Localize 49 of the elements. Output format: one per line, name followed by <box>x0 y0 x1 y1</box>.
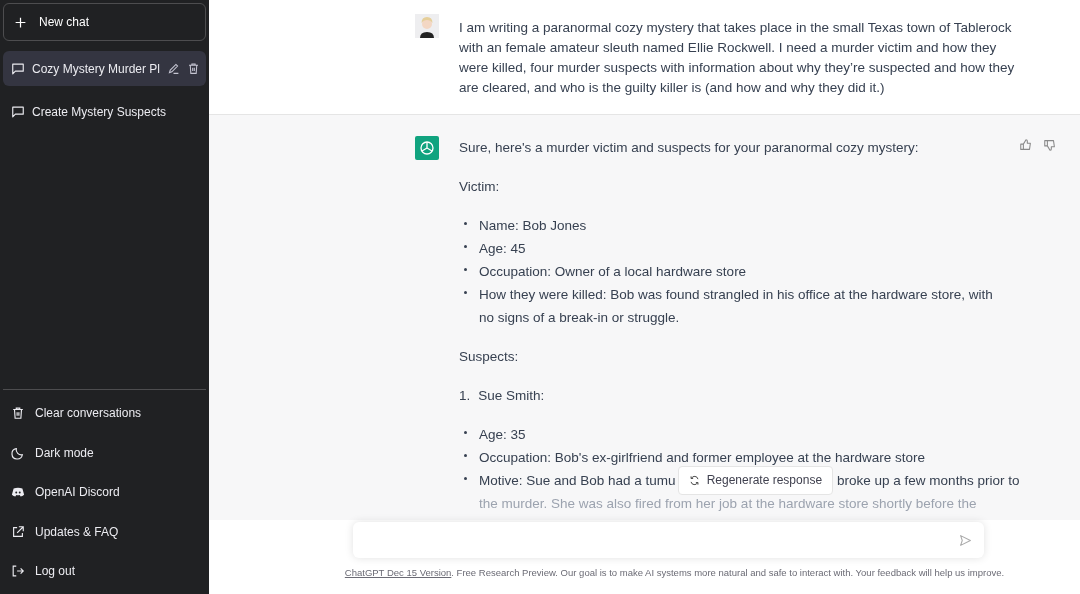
new-chat-button[interactable]: New chat <box>3 3 206 41</box>
delete-icon[interactable] <box>187 62 201 75</box>
list-item-text: Age: 45 <box>479 240 527 258</box>
menu-item[interactable]: Updates & FAQ <box>3 512 206 552</box>
edit-icon[interactable] <box>167 62 181 75</box>
response-paragraph: Suspects: <box>459 348 520 366</box>
bullet-icon <box>464 454 467 457</box>
menu-item[interactable]: Log out <box>3 551 206 591</box>
trash-icon <box>11 406 25 421</box>
message-input[interactable] <box>353 522 984 558</box>
send-icon[interactable] <box>959 533 972 547</box>
list-number: 1. <box>459 387 471 405</box>
user-avatar <box>415 14 439 38</box>
external-link-icon <box>11 524 25 539</box>
bullet-icon <box>464 222 467 225</box>
thumbs-up-icon[interactable] <box>1019 138 1033 152</box>
regenerate-button[interactable]: Regenerate response <box>677 466 834 495</box>
bullet-icon <box>464 268 467 271</box>
footer-text: ChatGPT Dec 15 Version. Free Research Preview. Our goal is to make AI systems more natural and safe to interact with. Your feedback will help us improve. <box>344 567 1005 578</box>
menu-item[interactable]: OpenAI Discord <box>3 472 206 512</box>
list-item-text: Name: Bob Jones <box>479 217 588 235</box>
conversation-item[interactable]: Cozy Mystery Murder Pl <box>3 51 206 86</box>
response-paragraph: Sure, here's a murder victim and suspects for your paranormal cozy mystery: <box>459 139 920 157</box>
bullet-icon <box>464 291 467 294</box>
chat-bubble-icon <box>11 61 25 76</box>
user-message: I am writing a paranormal cozy mystery that takes place in the small Texas town of Tablerock with an female amateur sleuth named Ellie Rockwell. I need a murder victim and how they were killed, four murder suspects with information about why they’re suspected and how they are cleared, and who is the guilty killer is (and how and why they did it.) <box>459 19 1016 97</box>
bullet-icon <box>464 245 467 248</box>
conversation-item[interactable]: Create Mystery Suspects <box>3 94 206 129</box>
moon-icon <box>11 445 25 460</box>
bullet-icon <box>464 477 467 480</box>
conversation-title: Cozy Mystery Murder Pl <box>32 61 161 76</box>
list-item-text: the murder. She was also fired from her job at the hardware store shortly before the <box>479 495 978 513</box>
list-item-text: Age: 35 <box>479 426 527 444</box>
list-item-text: Sue Smith: <box>478 387 545 405</box>
chat-bubble-icon <box>11 104 25 119</box>
bullet-icon <box>464 431 467 434</box>
thumbs-down-icon[interactable] <box>1043 138 1057 152</box>
refresh-icon <box>688 475 700 486</box>
menu-item[interactable]: Dark mode <box>3 433 206 473</box>
list-item-text: Occupation: Bob's ex-girlfriend and former employee at the hardware store <box>479 449 927 467</box>
list-item-text: How they were killed: Bob was found strangled in his office at the hardware store, with no signs of a break-in or struggle. <box>479 286 994 327</box>
menu-item[interactable]: Clear conversations <box>3 393 206 433</box>
logout-icon <box>11 564 25 579</box>
plus-icon <box>14 15 27 29</box>
list-item-text: broke up a few months prior to <box>837 472 1020 490</box>
list-item-text: Occupation: Owner of a local hardware store <box>479 263 748 281</box>
response-paragraph: Victim: <box>459 178 501 196</box>
conversation-title: Create Mystery Suspects <box>32 104 168 119</box>
list-item-text: Motive: Sue and Bob had a tumu <box>479 472 676 490</box>
